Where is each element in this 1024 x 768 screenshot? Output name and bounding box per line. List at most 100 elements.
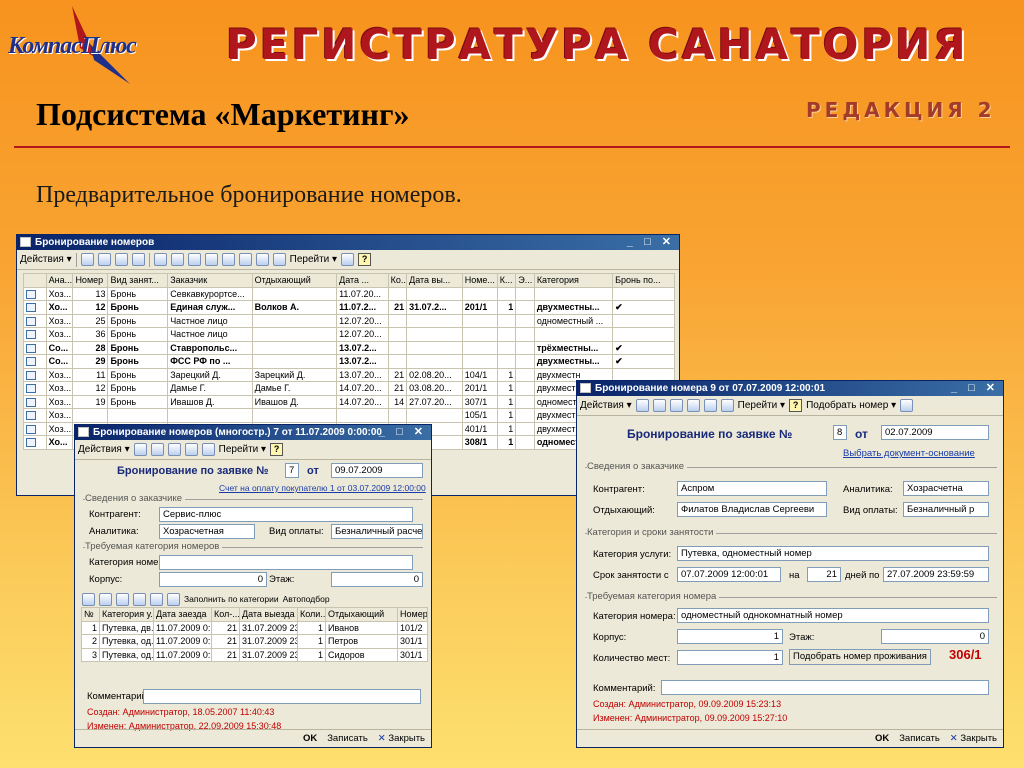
stay-to-field[interactable]: 27.07.2009 23:59:59 xyxy=(883,567,989,582)
post-icon[interactable] xyxy=(669,399,683,412)
column-header[interactable]: Вид занят... xyxy=(107,273,169,288)
table-row[interactable]: Со... 28 Бронь Ставропольс... 13.07.2... трёх… xyxy=(23,340,675,355)
structure-icon[interactable] xyxy=(187,253,201,266)
floor-field[interactable]: 0 xyxy=(331,572,423,587)
comment-field[interactable] xyxy=(143,689,421,704)
column-header[interactable]: Отдыхающий xyxy=(325,607,398,622)
base-document-link[interactable]: Выбрать документ-основание xyxy=(843,448,975,459)
column-header[interactable]: Номе... xyxy=(461,273,498,288)
request-date[interactable]: 02.07.2009 xyxy=(881,425,989,440)
sort-icon[interactable] xyxy=(238,253,252,266)
table-row[interactable]: Со... 29 Бронь ФСС РФ по ... 13.07.2... двухм… xyxy=(23,354,675,369)
stay-from-field[interactable]: 07.07.2009 12:00:01 xyxy=(677,567,781,582)
edit-icon[interactable] xyxy=(703,399,717,412)
column-header[interactable]: Кол-... xyxy=(211,607,240,622)
fill-by-category-button[interactable]: Заполнить по категории xyxy=(184,594,279,604)
report-icon[interactable] xyxy=(341,253,355,266)
column-header[interactable]: Бронь по... xyxy=(612,273,675,288)
back-icon[interactable] xyxy=(133,443,147,456)
request-number[interactable]: 8 xyxy=(833,425,847,440)
table-row[interactable]: Хоз... 36 Бронь Частное лицо 12.07.20... xyxy=(23,327,675,342)
column-header[interactable]: Номер xyxy=(397,607,428,622)
export-icon[interactable] xyxy=(272,253,286,266)
request-date[interactable]: 09.07.2009 xyxy=(331,463,423,478)
table-row[interactable]: Хоз... 25 Бронь Частное лицо 12.07.20... одно… xyxy=(23,313,675,328)
unpost-icon[interactable] xyxy=(686,399,700,412)
up-icon[interactable] xyxy=(150,592,163,606)
export-icon[interactable] xyxy=(720,399,734,412)
column-header[interactable]: Ко... xyxy=(387,273,408,288)
column-header[interactable]: Категория у... xyxy=(99,607,154,622)
places-field[interactable]: 1 xyxy=(677,650,783,665)
filter-icon[interactable] xyxy=(204,253,218,266)
close-button[interactable]: ✕ Закрыть xyxy=(378,733,425,744)
down-icon[interactable] xyxy=(167,592,180,606)
column-header[interactable]: Категория xyxy=(533,273,614,288)
find-icon[interactable] xyxy=(170,253,184,266)
pick-room-button[interactable]: Подобрать номер проживания xyxy=(789,649,931,665)
help-icon[interactable]: ? xyxy=(789,399,803,412)
days-field[interactable]: 21 xyxy=(807,567,841,582)
kontragent-field[interactable]: Аспром xyxy=(677,481,827,496)
add-icon[interactable] xyxy=(80,253,94,266)
pick-room-menu[interactable]: Подобрать номер ▾ xyxy=(806,400,896,411)
payment-field[interactable]: Безналичный р xyxy=(903,502,989,517)
goto-menu[interactable]: Перейти ▾ xyxy=(738,400,785,411)
column-header[interactable]: К... xyxy=(496,273,517,288)
column-header[interactable]: Отдыхающий xyxy=(251,273,338,288)
save-button[interactable]: Записать xyxy=(899,733,940,744)
column-header[interactable]: Дата ... xyxy=(336,273,389,288)
notes-icon[interactable] xyxy=(900,399,914,412)
window-controls[interactable]: _ □ ✕ xyxy=(627,235,675,250)
close-button[interactable]: ✕ Закрыть xyxy=(950,733,997,744)
window-controls[interactable]: _ □ ✕ xyxy=(951,381,999,396)
copy-row-icon[interactable] xyxy=(99,592,112,606)
analytics-field[interactable]: Хозрасчетна xyxy=(903,481,989,496)
category-field[interactable] xyxy=(159,555,413,570)
export-icon[interactable] xyxy=(201,443,215,456)
comment-field[interactable] xyxy=(661,680,989,695)
kontragent-field[interactable]: Сервис-плюс xyxy=(159,507,413,522)
edit-icon[interactable] xyxy=(114,253,128,266)
table-row[interactable]: Хо... 12 Бронь Единая служ... Волков А. 11.07… xyxy=(23,300,675,315)
payment-field[interactable]: Безналичный расчет xyxy=(331,524,423,539)
corpus-field[interactable]: 1 xyxy=(677,629,783,644)
actions-menu[interactable]: Действия ▾ xyxy=(20,254,72,265)
refresh-icon[interactable] xyxy=(153,253,167,266)
save-button[interactable]: Записать xyxy=(327,733,368,744)
back-icon[interactable] xyxy=(635,399,649,412)
request-number[interactable]: 7 xyxy=(285,463,299,478)
ok-button[interactable]: OK xyxy=(875,733,889,744)
goto-menu[interactable]: Перейти ▾ xyxy=(290,254,337,265)
floor-field[interactable]: 0 xyxy=(881,629,989,644)
ok-button[interactable]: OK xyxy=(303,733,317,744)
column-header[interactable] xyxy=(23,273,47,288)
table-row[interactable]: Хоз... 13 Бронь Севкавкурортсе... 11.07.20..… xyxy=(23,286,675,301)
invoice-link[interactable]: Счет на оплату покупателю 1 от 03.07.200… xyxy=(219,483,426,493)
actions-menu[interactable]: Действия ▾ xyxy=(78,444,130,455)
edit-row-icon[interactable] xyxy=(116,592,129,606)
category-field[interactable]: одноместный однокомнатный номер xyxy=(677,608,989,623)
column-header[interactable]: Дата заезда xyxy=(153,607,212,622)
column-header[interactable]: Дата выезда xyxy=(239,607,298,622)
table-row[interactable]: 2Путевка, од...11.07.2009 0:...2131.07.2… xyxy=(81,634,428,649)
column-header[interactable]: Заказчик xyxy=(167,273,253,288)
column-header[interactable]: Ана... xyxy=(45,273,74,288)
guest-field[interactable]: Филатов Владислав Сергееви xyxy=(677,502,827,517)
column-header[interactable]: № xyxy=(81,607,100,622)
column-header[interactable]: Номер xyxy=(72,273,109,288)
view-icon[interactable] xyxy=(221,253,235,266)
column-header[interactable]: Дата вы... xyxy=(406,273,463,288)
goto-menu[interactable]: Перейти ▾ xyxy=(219,444,266,455)
post-icon[interactable] xyxy=(167,443,181,456)
actions-menu[interactable]: Действия ▾ xyxy=(580,400,632,411)
copy-icon[interactable] xyxy=(97,253,111,266)
analytics-field[interactable]: Хозрасчетная xyxy=(159,524,255,539)
window-controls[interactable]: _ □ ✕ xyxy=(379,425,427,440)
delete-icon[interactable] xyxy=(131,253,145,266)
service-field[interactable]: Путевка, одноместный номер xyxy=(677,546,989,561)
column-header[interactable]: Э... xyxy=(515,273,535,288)
table-row[interactable]: 1Путевка, дв...11.07.2009 0:...2131.07.2… xyxy=(81,620,428,635)
column-header[interactable]: Коли... xyxy=(297,607,326,622)
table-row[interactable]: 3Путевка, од...11.07.2009 0:...2131.07.2… xyxy=(81,647,428,662)
